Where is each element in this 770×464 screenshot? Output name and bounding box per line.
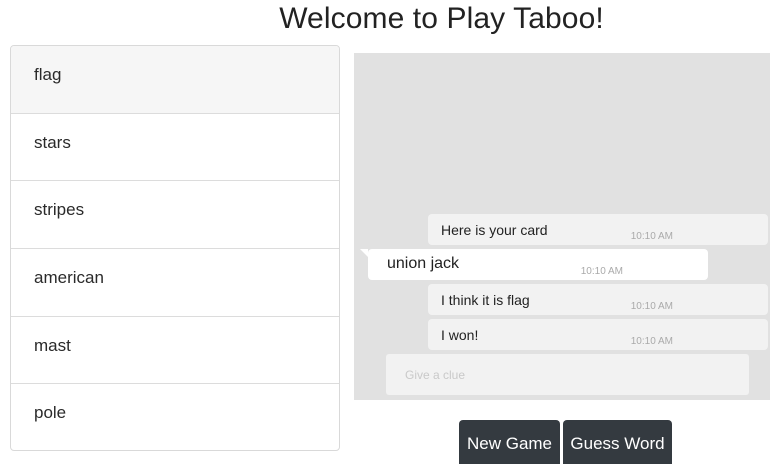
message-text: union jack — [387, 255, 460, 272]
message-text: I won! — [441, 327, 479, 343]
card-word-taboo: stars — [11, 114, 339, 182]
chat-message-received: union jack 10:10 AM — [360, 249, 708, 280]
guess-word-button[interactable]: Guess Word — [563, 420, 672, 464]
taboo-card-word-list: flag stars stripes american mast pole — [10, 45, 340, 451]
card-word-taboo: pole — [34, 403, 67, 423]
card-word-taboo: stripes — [11, 181, 339, 250]
card-word-taboo: american — [11, 249, 339, 317]
chat-message-sent: I won! 10:10 AM — [428, 319, 768, 350]
message-time: 10:10 AM — [580, 266, 623, 277]
clue-input[interactable] — [386, 354, 749, 395]
message-time: 10:10 AM — [630, 301, 673, 312]
card-word-taboo: mast — [11, 317, 339, 385]
new-game-button[interactable]: New Game — [459, 420, 560, 464]
message-time: 10:10 AM — [630, 336, 673, 347]
page-title: Welcome to Play Taboo! — [279, 2, 604, 35]
message-text: I think it is flag — [441, 292, 530, 308]
chat-message-sent: Here is your card 10:10 AM — [428, 214, 768, 245]
card-word-target: flag — [11, 46, 339, 114]
message-time: 10:10 AM — [630, 231, 673, 242]
chat-message-sent: I think it is flag 10:10 AM — [428, 284, 768, 315]
message-text: Here is your card — [441, 222, 548, 238]
taboo-page: Welcome to Play Taboo! flag stars stripe… — [0, 0, 770, 464]
